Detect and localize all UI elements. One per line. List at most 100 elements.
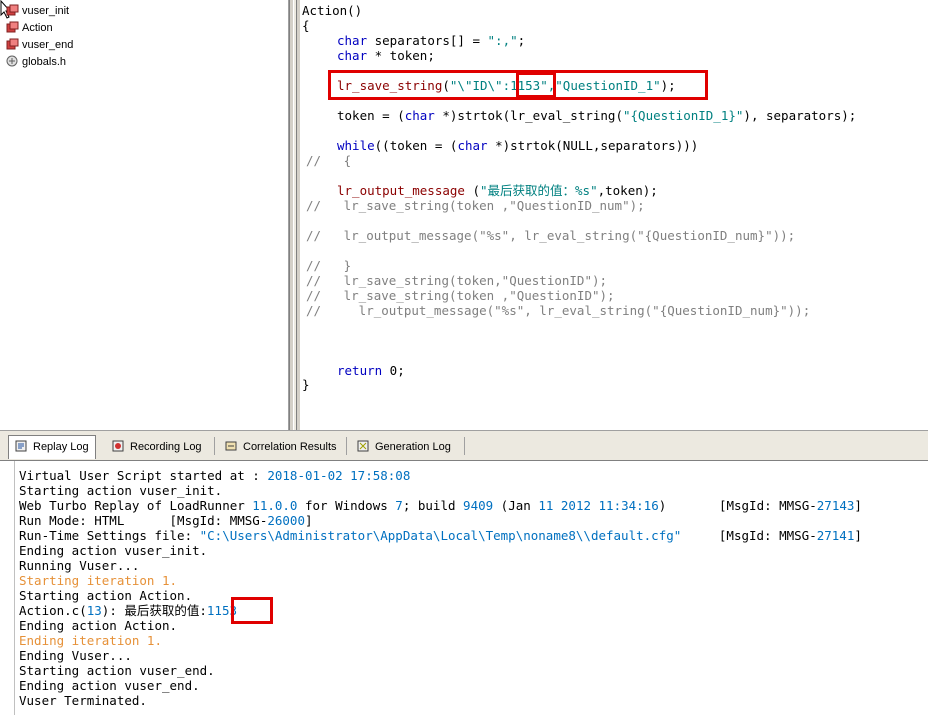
- code-keyword: return: [337, 363, 383, 378]
- log-line-output-message: Action.c(13): 最后获取的值:1153: [19, 603, 237, 618]
- code-editor[interactable]: Action() { char separators[] = ":,"; cha…: [302, 0, 928, 430]
- log-number: 27141: [816, 528, 855, 543]
- code-comment: // {: [306, 153, 352, 168]
- log-text: ]: [854, 528, 862, 543]
- correlation-icon: [225, 441, 237, 451]
- code-comment: // lr_output_message("%s", lr_eval_strin…: [306, 303, 811, 318]
- code-line: token = (char *)strtok(lr_eval_string("{…: [337, 108, 856, 123]
- log-text: Vuser Terminated.: [19, 693, 147, 708]
- log-text: (Jan: [493, 498, 539, 513]
- log-text: Action.c(: [19, 603, 87, 618]
- log-text: for Windows: [297, 498, 396, 513]
- code-line: Action(): [302, 3, 362, 18]
- code-comment: // lr_save_string(token ,"QuestionID");: [306, 288, 615, 303]
- tree-item-vuser-init[interactable]: vuser_init: [6, 3, 69, 19]
- code-text: ,token);: [597, 183, 658, 198]
- log-text: ]: [305, 513, 313, 528]
- log-line: Starting action vuser_end.: [19, 663, 215, 678]
- tree-item-label: vuser_init: [22, 5, 70, 17]
- log-line: Ending action Action.: [19, 618, 177, 633]
- log-line: Starting action Action.: [19, 588, 192, 603]
- header-file-icon: [6, 55, 18, 67]
- tab-separator: [346, 437, 347, 455]
- code-string: "最后获取的值：%s": [480, 183, 598, 198]
- tab-separator: [214, 437, 215, 455]
- log-number: 11.0.0: [252, 498, 298, 513]
- log-text: Running Vuser...: [19, 558, 140, 573]
- log-number: 27143: [816, 498, 855, 513]
- log-number: 7: [395, 498, 403, 513]
- log-text: Virtual User Script started at :: [19, 468, 268, 483]
- log-text: ): 最后获取的值:: [101, 603, 207, 618]
- code-text: Action(): [302, 3, 363, 18]
- replay-log-output[interactable]: Virtual User Script started at : 2018-01…: [0, 460, 928, 715]
- code-text: *)strtok(NULL,separators))): [487, 138, 699, 153]
- code-comment-line: // lr_save_string(token ,"QuestionID_num…: [306, 198, 645, 213]
- log-line: Starting action vuser_init.: [19, 483, 222, 498]
- log-line-iteration: Starting iteration 1.: [19, 573, 177, 588]
- tab-label: Recording Log: [130, 441, 202, 453]
- log-number: 11 2012 11:34:16: [538, 498, 659, 513]
- vertical-splitter[interactable]: [289, 0, 301, 430]
- tab-replay-log[interactable]: Replay Log: [8, 435, 96, 459]
- code-text: (: [464, 183, 480, 198]
- code-comment: // }: [306, 258, 352, 273]
- code-string: "{QuestionID_1}": [623, 108, 744, 123]
- log-line: Web Turbo Replay of LoadRunner 11.0.0 fo…: [19, 498, 862, 513]
- splitter-grip[interactable]: [293, 0, 297, 430]
- log-number: 26000: [267, 513, 305, 528]
- log-line: Virtual User Script started at : 2018-01…: [19, 468, 410, 483]
- tab-label: Correlation Results: [243, 441, 337, 453]
- log-path: "C:\Users\Administrator\AppData\Local\Te…: [199, 528, 682, 543]
- tree-item-vuser-end[interactable]: vuser_end: [6, 37, 73, 53]
- log-text: Run-Time Settings file:: [19, 528, 200, 543]
- code-comment-line: // lr_output_message("%s", lr_eval_strin…: [306, 303, 810, 318]
- tab-separator: [464, 437, 465, 455]
- log-number: 13: [86, 603, 102, 618]
- tab-label: Generation Log: [375, 441, 451, 453]
- script-file-icon: [6, 4, 19, 16]
- log-line: Running Vuser...: [19, 558, 139, 573]
- code-keyword: char: [337, 33, 368, 48]
- code-comment-line: // lr_save_string(token ,"QuestionID");: [306, 288, 615, 303]
- code-string: ":,": [487, 33, 518, 48]
- code-keyword: char: [404, 108, 435, 123]
- tab-label: Replay Log: [33, 441, 89, 453]
- tab-recording-log[interactable]: Recording Log: [106, 436, 210, 458]
- log-text: Ending iteration 1.: [19, 633, 162, 648]
- code-comment-line: // }: [306, 258, 351, 273]
- log-text: Run Mode: HTML [MsgId: MMSG-: [19, 513, 268, 528]
- log-text: Starting action vuser_init.: [19, 483, 223, 498]
- log-line: Ending action vuser_end.: [19, 678, 200, 693]
- code-text: * token;: [367, 48, 435, 63]
- script-file-icon: [6, 38, 19, 50]
- code-line: lr_output_message ("最后获取的值：%s",token);: [337, 183, 658, 198]
- log-text: Starting action vuser_end.: [19, 663, 215, 678]
- log-line: Ending Vuser...: [19, 648, 132, 663]
- code-text: ), separators);: [743, 108, 857, 123]
- replay-log-icon: [15, 440, 27, 452]
- tree-item-globals[interactable]: globals.h: [6, 54, 66, 70]
- log-text: [MsgId: MMSG-: [681, 528, 817, 543]
- code-text: 0;: [382, 363, 405, 378]
- log-timestamp: 2018-01-02 17:58:08: [267, 468, 411, 483]
- tree-item-label: globals.h: [22, 56, 67, 68]
- log-text: Ending action Action.: [19, 618, 178, 633]
- code-text: ;: [517, 33, 526, 48]
- tab-generation-log[interactable]: Generation Log: [351, 436, 461, 458]
- log-text: ]: [854, 498, 862, 513]
- code-comment: // lr_save_string(token ,"QuestionID_num…: [306, 198, 645, 213]
- tab-correlation-results[interactable]: Correlation Results: [219, 436, 343, 458]
- code-comment-line: // lr_output_message("%s", lr_eval_strin…: [306, 228, 795, 243]
- tree-item-label: vuser_end: [22, 39, 74, 51]
- log-number: 9409: [463, 498, 494, 513]
- log-content: Virtual User Script started at : 2018-01…: [14, 461, 928, 715]
- tree-item-action[interactable]: Action: [6, 20, 53, 36]
- code-comment: // lr_output_message("%s", lr_eval_strin…: [306, 228, 796, 243]
- code-line: {: [302, 18, 310, 33]
- log-line-iteration: Ending iteration 1.: [19, 633, 162, 648]
- highlight-box-value: [516, 72, 556, 98]
- highlight-box-log-value: [231, 597, 273, 624]
- code-text: token = (: [337, 108, 405, 123]
- code-text: }: [302, 377, 310, 392]
